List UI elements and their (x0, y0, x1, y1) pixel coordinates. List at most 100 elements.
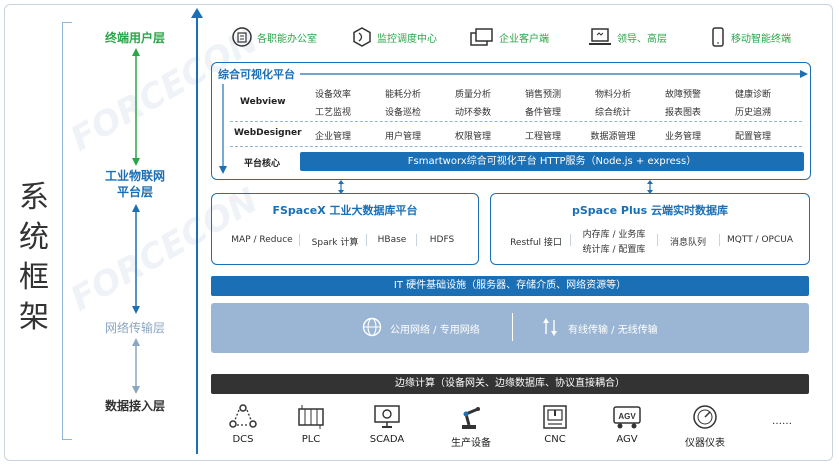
cnc-icon (543, 405, 567, 429)
pspace-item: 内存库 / 业务库 (582, 230, 646, 240)
platform-cell: 工艺监视 (314, 108, 351, 118)
shield-hex-icon (353, 27, 371, 47)
axis-arrow-head (191, 8, 203, 18)
platform-cell: 权限管理 (454, 132, 491, 142)
network-divider (512, 313, 513, 341)
user-item-label: 企业客户端 (499, 33, 549, 45)
it-infrastructure-bar: IT 硬件基础设施（服务器、存储介质、网络资源等） (211, 276, 809, 296)
fspacex-item: Spark 计算 (311, 238, 359, 248)
layer-label-access: 数据接入层 (104, 399, 165, 413)
platform-cell: 用户管理 (384, 132, 421, 142)
item-divider (299, 234, 300, 246)
laptop-icon (589, 28, 611, 45)
network-layer-box (211, 303, 809, 353)
device-label-more: …… (772, 416, 792, 427)
platform-cell: 能耗分析 (384, 90, 421, 100)
user-item-label: 移动智能终端 (731, 33, 791, 45)
platform-cell: 配置管理 (734, 132, 771, 142)
edge-computing-bar: 边缘计算（设备网关、边缘数据库、协议直接耦合） (211, 374, 809, 394)
row-divider (230, 121, 802, 122)
item-divider (570, 234, 571, 246)
platform-cell: 历史追溯 (734, 108, 771, 118)
device-label-gauge: 仪器仪表 (685, 438, 725, 449)
user-item-label: 领导、高层 (617, 33, 667, 45)
layer-bracket (62, 22, 72, 440)
building-icon (232, 27, 252, 47)
pspace-item: 消息队列 (669, 238, 706, 248)
architecture-diagram: FORCECON FORCECON 系统框架 终端用户层 工业物联网 平台层 网… (0, 0, 839, 467)
platform-cell: 健康诊断 (734, 90, 771, 100)
network-right-text: 有线传输 / 无线传输 (568, 325, 658, 336)
platform-cell: 动环参数 (454, 108, 491, 118)
pspace-item: 统计库 / 配置库 (582, 245, 646, 255)
layer-label-iot-1: 工业物联网 (104, 169, 165, 183)
layer-label-iot-2: 平台层 (116, 185, 153, 199)
layer-label-network: 网络传输层 (104, 321, 165, 335)
platform-title-arrow (300, 70, 808, 78)
user-item-leaders: 领导、高层 (588, 26, 667, 48)
device-label-dcs: DCS (232, 434, 254, 445)
webview-label: Webview (240, 97, 286, 107)
user-item-client: 企业客户端 (470, 26, 549, 48)
arrow-network-access (132, 338, 140, 394)
pspace-title: pSpace Plus 云端实时数据库 (572, 204, 728, 217)
fspacex-title: FSpaceX 工业大数据库平台 (272, 204, 418, 217)
item-divider (719, 234, 720, 246)
pspace-item: MQTT / OPCUA (727, 235, 793, 245)
layer-label-user: 终端用户层 (104, 31, 165, 45)
platform-cell: 物料分析 (594, 90, 631, 100)
item-divider (416, 234, 417, 246)
connector-arrow-left (338, 180, 344, 194)
pspace-item: Restful 接口 (510, 238, 562, 248)
platform-cell: 故障预警 (664, 90, 701, 100)
platform-cell: 企业管理 (314, 132, 351, 142)
fspacex-item: HDFS (429, 235, 455, 245)
platform-cell: 质量分析 (454, 90, 491, 100)
dcs-icon (229, 404, 257, 428)
arrow-iot-network (132, 204, 140, 314)
svg-text:AGV: AGV (618, 412, 636, 421)
user-item-label: 监控调度中心 (377, 33, 437, 45)
transfer-arrows-icon (543, 318, 557, 336)
user-item-monitor-center: 监控调度中心 (352, 26, 437, 48)
device-label-production: 生产设备 (451, 438, 491, 449)
system-title: 系统框架 (19, 180, 49, 335)
arrow-user-iot (132, 48, 140, 166)
platform-vertical-arrow (219, 84, 227, 174)
windows-icon (470, 28, 493, 46)
main-axis (196, 14, 198, 454)
connector-arrow-right (647, 180, 653, 194)
user-item-label: 各职能办公室 (257, 33, 317, 45)
globe-icon (362, 317, 382, 337)
device-label-plc: PLC (301, 434, 321, 445)
robot-arm-icon (462, 407, 480, 429)
platform-cell: 报表图表 (664, 108, 701, 118)
device-label-agv: AGV (616, 434, 638, 445)
item-divider (366, 234, 367, 246)
core-label: 平台核心 (244, 159, 281, 169)
webdesigner-label: WebDesigner (234, 128, 302, 138)
platform-core-bar: Fsmartworx综合可视化平台 HTTP服务（Node.js + expre… (300, 152, 804, 171)
platform-cell: 设备效率 (314, 90, 351, 100)
platform-cell: 业务管理 (664, 132, 701, 142)
device-label-scada: SCADA (369, 434, 405, 445)
fspacex-item: MAP / Reduce (231, 235, 293, 245)
device-label-cnc: CNC (544, 434, 566, 445)
platform-cell: 综合统计 (594, 108, 631, 118)
platform-cell: 销售预测 (524, 90, 561, 100)
platform-cell: 数据源管理 (590, 132, 636, 142)
phone-icon (712, 27, 724, 47)
user-item-mobile: 移动智能终端 (710, 26, 791, 48)
gauge-icon (693, 405, 717, 429)
item-divider (657, 234, 658, 246)
user-item-offices: 各职能办公室 (232, 26, 317, 48)
agv-icon: AGV (613, 406, 641, 429)
plc-icon (298, 405, 324, 429)
platform-title: 综合可视化平台 (218, 68, 295, 81)
fspacex-item: HBase (377, 235, 407, 245)
platform-cell: 设备巡检 (384, 108, 421, 118)
network-left-text: 公用网络 / 专用网络 (390, 325, 480, 336)
platform-cell: 工程管理 (524, 132, 561, 142)
row-divider (230, 146, 802, 147)
scada-icon (374, 405, 400, 428)
